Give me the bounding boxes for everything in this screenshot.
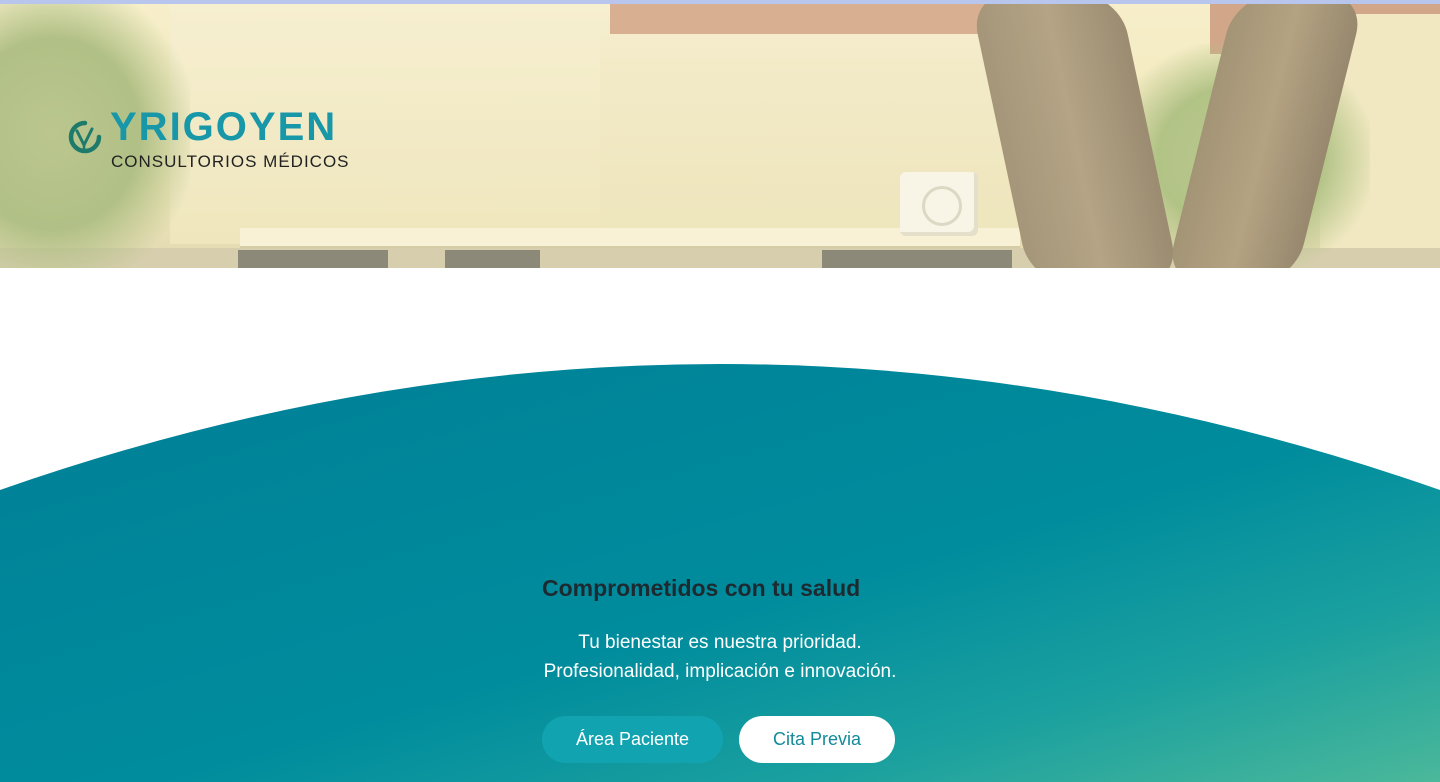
hero-buttons: Área Paciente Cita Previa <box>542 716 962 764</box>
hero-content: Comprometidos con tu salud Tu bienestar … <box>542 574 962 686</box>
leaf-v-icon <box>68 120 102 154</box>
site-logo[interactable]: YRIGOYEN CONSULTORIOS MÉDICOS <box>68 106 388 176</box>
appointment-button[interactable]: Cita Previa <box>739 716 895 763</box>
hero-tagline: Tu bienestar es nuestra prioridad. Profe… <box>542 628 898 686</box>
page: YRIGOYEN CONSULTORIOS MÉDICOS Comprometi… <box>0 0 1440 782</box>
curved-teal-section <box>0 268 1440 782</box>
hero-headline: Comprometidos con tu salud <box>542 575 861 601</box>
patient-area-button[interactable]: Área Paciente <box>542 716 723 763</box>
curved-background <box>0 364 1440 782</box>
tagline-line: Profesionalidad, implicación e innovació… <box>543 661 897 682</box>
logo-name: YRIGOYEN <box>110 105 338 149</box>
hero-banner-image: YRIGOYEN CONSULTORIOS MÉDICOS <box>0 4 1440 268</box>
logo-subtitle: CONSULTORIOS MÉDICOS <box>111 152 350 171</box>
tagline-line: Tu bienestar es nuestra prioridad. <box>578 632 862 653</box>
